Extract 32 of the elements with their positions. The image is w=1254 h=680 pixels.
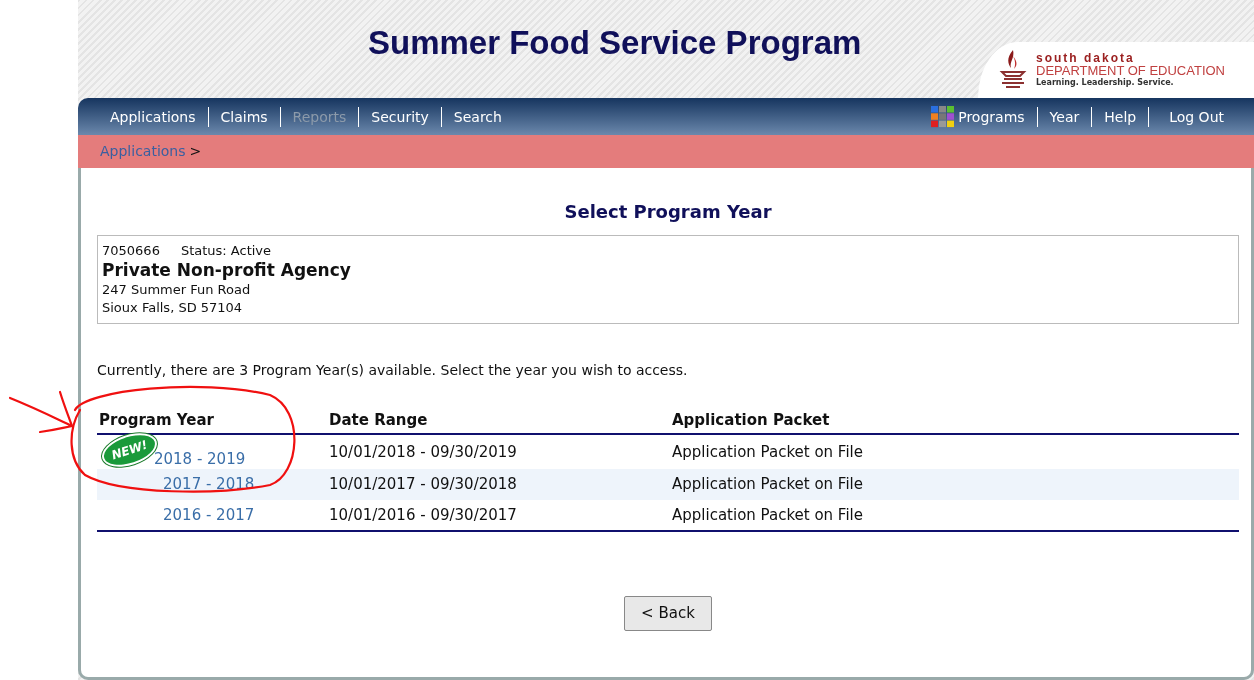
- nav-link-item[interactable]: Help: [1092, 109, 1149, 124]
- table-cell: 10/01/2016 - 09/30/2017: [327, 499, 670, 532]
- grid-icon: [930, 105, 955, 128]
- agency-address: Sioux Falls, SD 57104: [102, 298, 244, 317]
- table-cell: Application Packet on File: [670, 434, 1239, 470]
- nav-link-item[interactable]: Security: [359, 109, 441, 124]
- nav-link-item[interactable]: Programs: [918, 105, 1037, 128]
- agency-status: Status: Active: [180, 243, 272, 258]
- agency-id: 7050666: [102, 243, 160, 258]
- year-link[interactable]: 2016 - 2017: [163, 505, 255, 524]
- table-cell: 10/01/2017 - 09/30/2018: [327, 469, 670, 500]
- table-cell: Application Packet on File: [670, 469, 1239, 500]
- nav-link-item[interactable]: Search: [441, 109, 514, 124]
- nav-link-item[interactable]: Applications: [98, 109, 208, 124]
- nav-link-item[interactable]: Log Out: [1149, 109, 1236, 124]
- column-header: Date Range: [327, 408, 670, 435]
- page-title: Select Program Year: [563, 200, 773, 224]
- page-header-title: Summer Food Service Program: [368, 23, 862, 63]
- column-header: Program Year: [97, 408, 327, 435]
- agency-address: 247 Summer Fun Road: [102, 280, 252, 299]
- logo-text: south dakota: [1036, 52, 1136, 65]
- nav-link-item[interactable]: Claims: [208, 109, 280, 124]
- table-cell: 10/01/2018 - 09/30/2019: [327, 434, 670, 470]
- back-button[interactable]: < Back: [624, 596, 712, 631]
- info-message: Currently, there are 3 Program Year(s) available. Select the year you wish to access.: [97, 360, 689, 380]
- agency-name: Private Non-profit Agency: [102, 260, 352, 281]
- nav-link-item[interactable]: Year: [1037, 109, 1092, 124]
- breadcrumb-separator: >: [189, 142, 202, 161]
- logo-text: DEPARTMENT OF EDUCATION: [1036, 64, 1225, 78]
- logo-tagline: Learning. Leadership. Service.: [1036, 78, 1175, 88]
- column-header: Application Packet: [670, 408, 1239, 435]
- table-cell: Application Packet on File: [670, 499, 1239, 532]
